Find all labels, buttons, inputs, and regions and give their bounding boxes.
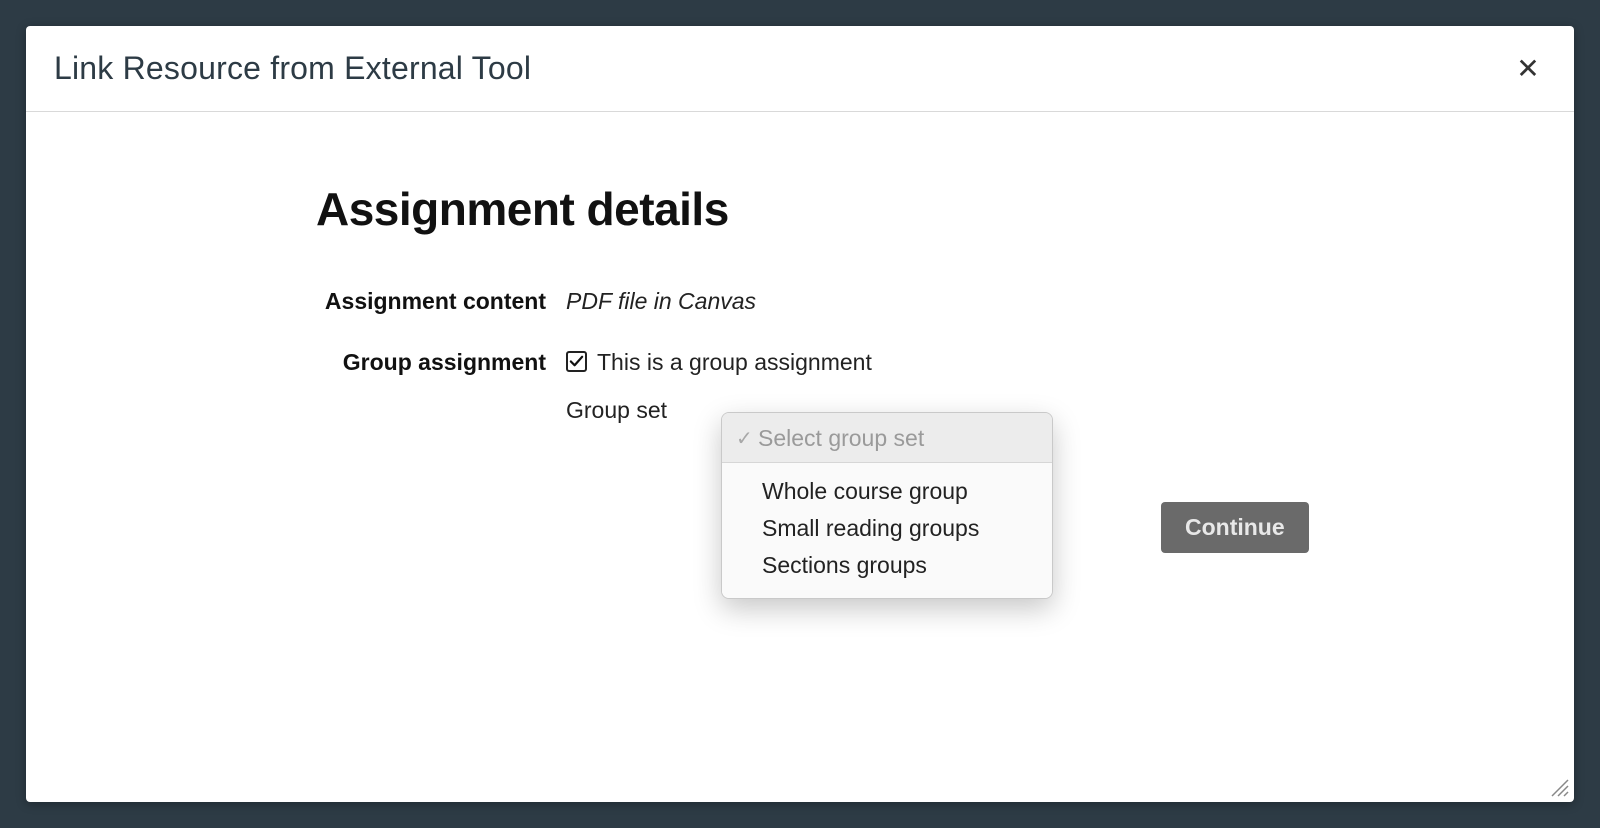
group-set-label: Group set	[566, 393, 667, 428]
value-assignment-content: PDF file in Canvas	[566, 284, 1296, 319]
close-icon: ✕	[1516, 55, 1539, 83]
dropdown-options-list: Whole course group Small reading groups …	[722, 463, 1052, 598]
row-assignment-content: Assignment content PDF file in Canvas	[316, 284, 1296, 319]
dropdown-placeholder: Select group set	[758, 425, 924, 452]
label-group-assignment: Group assignment	[316, 345, 566, 380]
modal-dialog: Link Resource from External Tool ✕ Assig…	[26, 26, 1574, 802]
dropdown-option-sections[interactable]: Sections groups	[722, 547, 1052, 584]
modal-header: Link Resource from External Tool ✕	[26, 26, 1574, 112]
page-title: Assignment details	[316, 182, 1296, 236]
resize-grip-icon	[1548, 776, 1570, 798]
close-button[interactable]: ✕	[1510, 51, 1546, 87]
modal-body: Assignment details Assignment content PD…	[26, 112, 1574, 802]
group-checkbox-row: This is a group assignment	[566, 345, 1296, 380]
content-area: Assignment details Assignment content PD…	[316, 182, 1296, 428]
continue-button[interactable]: Continue	[1161, 502, 1309, 553]
modal-title: Link Resource from External Tool	[54, 50, 531, 87]
dropdown-option-whole-course[interactable]: Whole course group	[722, 473, 1052, 510]
group-checkbox-label: This is a group assignment	[597, 345, 872, 380]
label-assignment-content: Assignment content	[316, 284, 566, 319]
dropdown-option-small-reading[interactable]: Small reading groups	[722, 510, 1052, 547]
dropdown-selected[interactable]: ✓ Select group set	[722, 413, 1052, 463]
assignment-content-text: PDF file in Canvas	[566, 288, 756, 314]
check-icon	[569, 354, 584, 369]
checkmark-icon: ✓	[736, 429, 758, 449]
group-set-dropdown[interactable]: ✓ Select group set Whole course group Sm…	[721, 412, 1053, 599]
group-checkbox[interactable]	[566, 351, 587, 372]
resize-handle[interactable]	[1548, 776, 1570, 798]
